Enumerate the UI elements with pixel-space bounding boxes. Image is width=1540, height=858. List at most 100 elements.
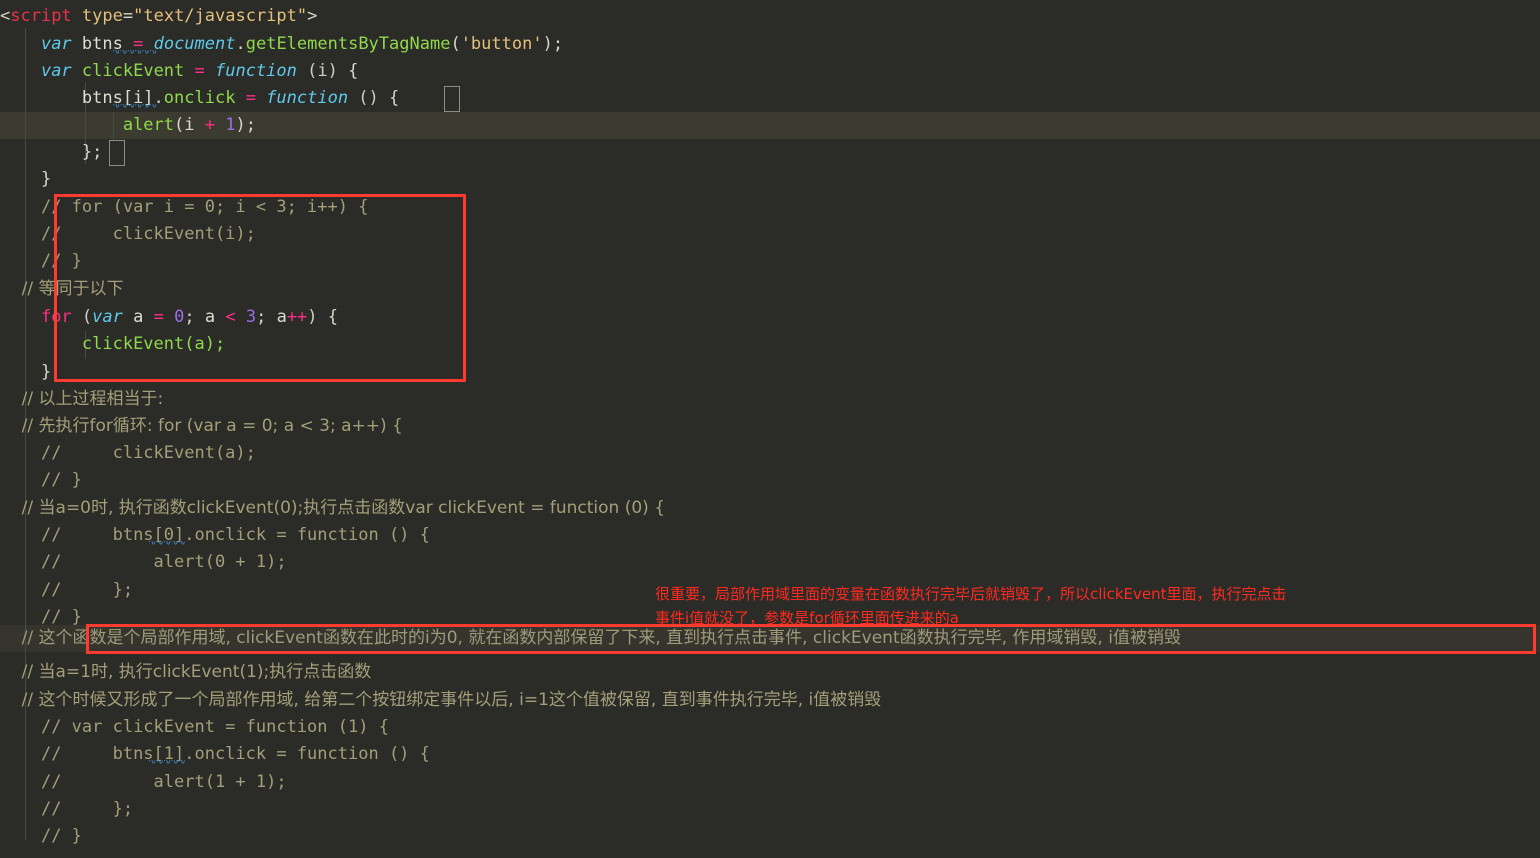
- code-line-comment-brace[interactable]: // }: [0, 248, 1540, 275]
- code-line-comment-btns0[interactable]: // btns[0].onclick = function () {: [0, 522, 1540, 549]
- code-line-call-clickevent-a[interactable]: clickEvent(a);: [0, 331, 1540, 358]
- token-comment: // btns[0].onclick = function () {: [40, 525, 430, 545]
- token-dot: .: [235, 34, 246, 54]
- code-line-comment-for-i[interactable]: // for (var i = 0; i < 3; i++) {: [0, 194, 1540, 221]
- code-line-comment-brace[interactable]: // }: [0, 823, 1540, 850]
- code-line-comment-equivalent[interactable]: // 等同于以下: [0, 276, 1540, 303]
- code-line-var-clickevent[interactable]: var clickEvent = function (i) {: [0, 58, 1540, 85]
- token-comment: // alert(1 + 1);: [40, 772, 287, 792]
- token-lt: <: [0, 6, 11, 26]
- code-line-close-brace[interactable]: }: [0, 166, 1540, 193]
- token-args-i: (i): [296, 61, 349, 81]
- token-semi: ;: [256, 307, 277, 327]
- code-line-for-close-brace[interactable]: }: [0, 359, 1540, 386]
- token-comment: // }: [40, 607, 82, 627]
- spellcheck-squiggle: ∿∿∿∿∿: [148, 760, 190, 764]
- code-line-alert[interactable]: alert(i + 1);: [0, 112, 1540, 139]
- code-line-var-btns[interactable]: var btns = document.getElementsByTagName…: [0, 31, 1540, 58]
- token-comment: // };: [40, 580, 134, 600]
- code-line-comment-clickevent-a[interactable]: // clickEvent(a);: [0, 440, 1540, 467]
- code-line-for-loop[interactable]: for (var a = 0; a < 3; a++) {: [0, 304, 1540, 331]
- token-brace-open: {: [327, 307, 339, 327]
- token-lt: <: [225, 307, 236, 327]
- code-line-comment-when-a0[interactable]: // 当a=0时, 执行函数clickEvent(0);执行点击函数var cl…: [0, 495, 1540, 522]
- code-editor[interactable]: <script type="text/javascript"> var btns…: [0, 0, 1540, 858]
- code-line-close-brace-semi[interactable]: };: [0, 139, 1540, 166]
- token-comment: // }: [40, 470, 82, 490]
- token-comment: // var clickEvent = function (1) {: [40, 717, 389, 737]
- token-gt: >: [307, 6, 318, 26]
- red-annotation-line-1: 很重要，局部作用域里面的变量在函数执行完毕后就销毁了，所以clickEvent里…: [655, 585, 1287, 603]
- token-assign: =: [235, 88, 267, 108]
- code-line-comment-first-for[interactable]: // 先执行for循环: for (var a = 0; a < 3; a++)…: [0, 413, 1540, 440]
- token-comment: // clickEvent(a);: [40, 443, 256, 463]
- token-comment: // }: [40, 826, 82, 846]
- token-comment: // alert(0 + 1);: [40, 552, 287, 572]
- token-paren: (: [450, 34, 461, 54]
- token-brace-open: {: [389, 88, 400, 108]
- token-str-button: 'button': [460, 34, 543, 54]
- token-comment: // for (var i = 0; i < 3; i++) {: [40, 197, 369, 217]
- token-assign: =: [143, 307, 175, 327]
- token-assign: =: [184, 61, 215, 81]
- code-line-comment-btns1[interactable]: // btns[1].onclick = function () {: [0, 741, 1540, 768]
- code-line-comment-local-scope-i0[interactable]: // 这个函数是个局部作用域, clickEvent函数在此时的i为0, 就在函…: [0, 625, 1540, 652]
- code-line-comment-when-a1[interactable]: // 当a=1时, 执行clickEvent(1);执行点击函数: [0, 659, 1540, 686]
- token-comment: // 以上过程相当于:: [21, 389, 164, 409]
- code-line-comment-clickevent-i[interactable]: // clickEvent(i);: [0, 221, 1540, 248]
- code-line-comment-semibrace[interactable]: // };: [0, 796, 1540, 823]
- token-comment: // clickEvent(i);: [40, 224, 256, 244]
- token-num-3: 3: [245, 307, 257, 327]
- token-brace-close-semi: };: [81, 142, 103, 162]
- code-line-comment-brace[interactable]: // }: [0, 467, 1540, 494]
- token-comment: // 这个函数是个局部作用域, clickEvent函数在此时的i为0, 就在函…: [21, 628, 1181, 648]
- token-kw-var: var: [92, 307, 123, 327]
- code-line-script-open[interactable]: <script type="text/javascript">: [0, 3, 1540, 30]
- bracket-match-open: [444, 86, 460, 112]
- code-line-btns-onclick[interactable]: btns[i].onclick = function () {: [0, 85, 1540, 112]
- spellcheck-squiggle: ∿∿∿∿∿∿: [112, 50, 158, 54]
- token-args-empty: (): [348, 88, 390, 108]
- token-comment: // btns[1].onclick = function () {: [40, 744, 430, 764]
- token-num-0: 0: [174, 307, 185, 327]
- code-line-comment-alert1[interactable]: // alert(1 + 1);: [0, 769, 1540, 796]
- bracket-match-close: [109, 140, 125, 166]
- spellcheck-squiggle: ∿∿∿∿∿: [148, 541, 190, 545]
- code-line-comment-local-scope-i1[interactable]: // 这个时候又形成了一个局部作用域, 给第二个按钮绑定事件以后, i=1这个值…: [0, 687, 1540, 714]
- token-num-1: 1: [225, 115, 236, 135]
- code-line-comment-alert0[interactable]: // alert(0 + 1);: [0, 549, 1540, 576]
- token-attr-type: type: [81, 6, 123, 26]
- code-line-comment-var-clickevent1[interactable]: // var clickEvent = function (1) {: [0, 714, 1540, 741]
- token-brace-close: }: [40, 169, 52, 189]
- token-fn-alert: alert: [122, 115, 175, 135]
- token-paren: (: [71, 307, 93, 327]
- token-id-clickevent: clickEvent: [81, 61, 185, 81]
- spellcheck-squiggle: ∿∿∿∿∿∿: [112, 104, 158, 108]
- token-brace-close: }: [40, 362, 52, 382]
- code-line-comment-above-equals[interactable]: // 以上过程相当于:: [0, 386, 1540, 413]
- token-comment: // }: [40, 251, 82, 271]
- token-brace-open: {: [348, 61, 359, 81]
- token-id-a: a: [204, 307, 216, 327]
